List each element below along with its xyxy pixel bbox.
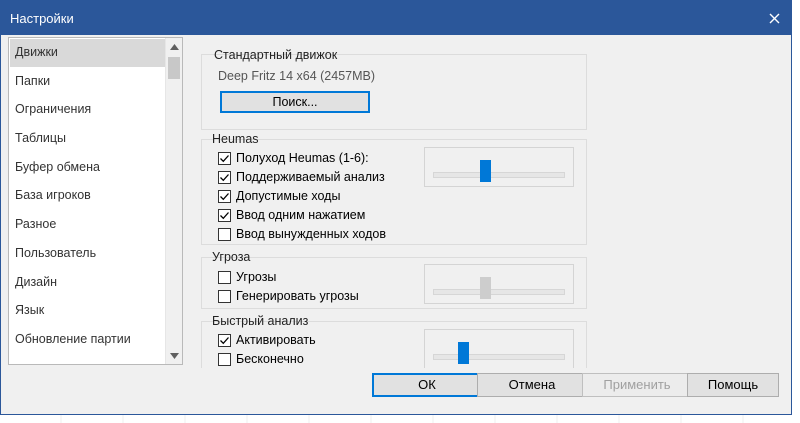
close-icon (769, 13, 779, 23)
category-item-limits[interactable]: Ограничения (9, 95, 167, 124)
standard-engine-group: Стандартный движок Deep Fritz 14 x64 (24… (201, 48, 587, 130)
triangle-down-icon (169, 352, 179, 359)
cancel-button[interactable]: Отмена (477, 373, 587, 397)
ok-button[interactable]: ОК (372, 373, 482, 397)
activate-checkbox[interactable] (218, 333, 231, 347)
heumas-slider-track (433, 172, 565, 178)
checkmark-icon (220, 211, 229, 219)
supported-analysis-checkbox[interactable] (218, 170, 231, 184)
standard-engine-title: Стандартный движок (214, 48, 338, 62)
heumas-halfmove-checkbox[interactable] (218, 151, 231, 165)
category-item-design[interactable]: Дизайн (9, 268, 167, 297)
heumas-title: Heumas (212, 132, 259, 146)
infinite-label: Бесконечно (236, 352, 304, 366)
supported-analysis-option[interactable]: Поддерживаемый анализ (218, 168, 385, 186)
quick-analysis-slider-track (433, 354, 565, 360)
quick-analysis-group: Быстрый анализ Активировать Бесконечно (201, 314, 587, 368)
one-click-input-label: Ввод одним нажатием (236, 208, 366, 222)
category-items: Движки Папки Ограничения Таблицы Буфер о… (9, 38, 167, 354)
checkmark-icon (220, 336, 229, 344)
legal-moves-option[interactable]: Допустимые ходы (218, 187, 340, 205)
category-item-player-base[interactable]: База игроков (9, 181, 167, 210)
forced-moves-label: Ввод вынужденных ходов (236, 227, 386, 241)
settings-dialog: Настройки Движки Папки Ограничения Табли… (0, 0, 792, 415)
category-item-engines[interactable]: Движки (10, 39, 166, 67)
window-title: Настройки (10, 11, 74, 26)
scroll-thumb[interactable] (168, 57, 180, 79)
generate-threats-checkbox[interactable] (218, 289, 231, 303)
threat-slider-track (433, 289, 565, 295)
generate-threats-label: Генерировать угрозы (236, 289, 359, 303)
category-item-clipboard[interactable]: Буфер обмена (9, 153, 167, 182)
one-click-input-checkbox[interactable] (218, 208, 231, 222)
legal-moves-checkbox[interactable] (218, 189, 231, 203)
category-item-user[interactable]: Пользователь (9, 239, 167, 268)
threats-checkbox[interactable] (218, 270, 231, 284)
dialog-content: Движки Папки Ограничения Таблицы Буфер о… (1, 35, 791, 414)
scroll-down-button[interactable] (166, 347, 182, 364)
heumas-slider-thumb[interactable] (480, 160, 491, 182)
forced-moves-option[interactable]: Ввод вынужденных ходов (218, 225, 386, 243)
category-list[interactable]: Движки Папки Ограничения Таблицы Буфер о… (8, 37, 183, 365)
settings-pane: Стандартный движок Deep Fritz 14 x64 (24… (189, 35, 787, 368)
generate-threats-option[interactable]: Генерировать угрозы (218, 287, 359, 305)
apply-button[interactable]: Применить (582, 373, 692, 397)
heumas-slider[interactable] (424, 147, 574, 187)
infinite-option[interactable]: Бесконечно (218, 350, 304, 368)
activate-label: Активировать (236, 333, 316, 347)
activate-option[interactable]: Активировать (218, 331, 316, 349)
category-item-folders[interactable]: Папки (9, 67, 167, 96)
quick-analysis-slider[interactable] (424, 329, 574, 368)
quick-analysis-title: Быстрый анализ (212, 314, 309, 328)
forced-moves-checkbox[interactable] (218, 227, 231, 241)
threats-label: Угрозы (236, 270, 277, 284)
heumas-halfmove-option[interactable]: Полуход Heumas (1-6): (218, 149, 369, 167)
supported-analysis-label: Поддерживаемый анализ (236, 170, 385, 184)
category-item-tables[interactable]: Таблицы (9, 124, 167, 153)
one-click-input-option[interactable]: Ввод одним нажатием (218, 206, 365, 224)
heumas-group: Heumas Полуход Heumas (1-6): Поддерживае… (201, 132, 587, 245)
close-button[interactable] (757, 1, 791, 35)
category-item-misc[interactable]: Разное (9, 210, 167, 239)
infinite-checkbox[interactable] (218, 352, 231, 366)
scroll-up-button[interactable] (166, 38, 182, 55)
threat-title: Угроза (212, 250, 251, 264)
category-scrollbar[interactable] (165, 38, 182, 364)
legal-moves-label: Допустимые ходы (236, 189, 341, 203)
checkmark-icon (220, 192, 229, 200)
category-item-game-update[interactable]: Обновление партии (9, 325, 167, 354)
search-engine-button[interactable]: Поиск... (220, 91, 370, 113)
help-button[interactable]: Помощь (687, 373, 779, 397)
threats-option[interactable]: Угрозы (218, 268, 276, 286)
title-bar: Настройки (1, 1, 791, 35)
threat-slider[interactable] (424, 264, 574, 304)
threat-slider-thumb[interactable] (480, 277, 491, 299)
engine-name: Deep Fritz 14 x64 (2457MB) (218, 69, 376, 83)
heumas-halfmove-label: Полуход Heumas (1-6): (236, 151, 369, 165)
checkmark-icon (220, 154, 229, 162)
triangle-up-icon (169, 43, 179, 50)
category-item-language[interactable]: Язык (9, 296, 167, 325)
quick-analysis-slider-thumb[interactable] (458, 342, 469, 364)
checkmark-icon (220, 173, 229, 181)
threat-group: Угроза Угрозы Генерировать угрозы (201, 250, 587, 309)
